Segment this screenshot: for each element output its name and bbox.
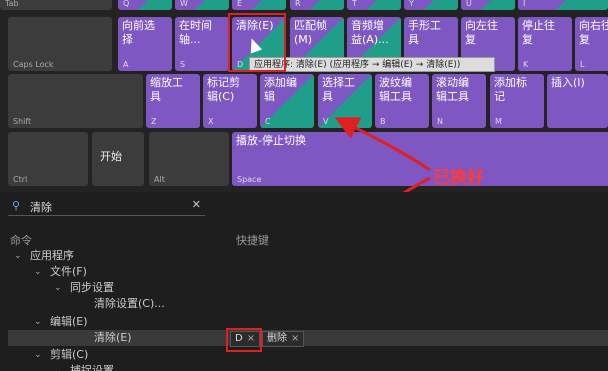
chevron-down-icon[interactable]: ⌄ xyxy=(34,314,42,330)
column-header-command[interactable]: 命令 xyxy=(10,232,32,248)
chevron-down-icon[interactable]: ⌄ xyxy=(54,280,62,296)
tree-row[interactable]: ⌄ 应用程序 xyxy=(8,248,608,264)
tree-row-label: 清除设置(C)... xyxy=(94,297,165,310)
shortcut-key-label: 删除 xyxy=(267,333,287,344)
tree-row-label: 清除(E) xyxy=(94,331,132,344)
tree-row[interactable]: ⌄ 剪辑(C) xyxy=(8,347,608,363)
tree-row[interactable]: 清除设置(C)... xyxy=(8,296,608,312)
tree-row-label: 文件(F) xyxy=(50,265,87,278)
tree-row-label: 捕捉设置... xyxy=(70,364,125,371)
chevron-down-icon[interactable]: ⌄ xyxy=(14,248,22,264)
tree-row[interactable]: ⌄ 文件(F) xyxy=(8,264,608,280)
chevron-down-icon[interactable]: ⌄ xyxy=(54,363,62,371)
column-header-shortcut[interactable]: 快捷键 xyxy=(236,232,269,248)
clear-search-icon[interactable]: ✕ xyxy=(192,198,201,211)
tree-row-label: 应用程序 xyxy=(30,249,74,262)
shortcut-chip-delete[interactable]: 删除 × xyxy=(262,331,305,347)
search-icon: ⚲ xyxy=(12,199,21,212)
tree-row-label: 剪辑(C) xyxy=(50,348,89,361)
tree-row-label: 编辑(E) xyxy=(50,315,88,328)
remove-shortcut-icon[interactable]: × xyxy=(291,333,299,344)
tree-row[interactable]: ⌄ 同步设置 xyxy=(8,280,608,296)
annotation-label: 已换好 xyxy=(433,168,484,188)
chevron-down-icon[interactable]: ⌄ xyxy=(34,347,42,363)
tree-row[interactable]: ⌄ 编辑(E) xyxy=(8,314,608,330)
chevron-down-icon[interactable]: ⌄ xyxy=(34,264,42,280)
arrow-to-key-v xyxy=(334,117,431,172)
tree-row[interactable]: ⌄ 捕捉设置... xyxy=(8,363,608,371)
search-input[interactable]: 清除 xyxy=(30,199,52,215)
highlight-shortcut-d xyxy=(226,328,262,352)
keyboard-shortcuts-window: Tab Q W E R T Y U I Caps Lock 向前选 择 A 在时间 轴... S 清除(E)… xyxy=(0,0,608,371)
tree-row[interactable]: 清除(E) xyxy=(8,330,608,346)
tree-row-label: 同步设置 xyxy=(70,281,114,294)
search-field[interactable]: ⚲ 清除 ✕ xyxy=(8,196,205,216)
